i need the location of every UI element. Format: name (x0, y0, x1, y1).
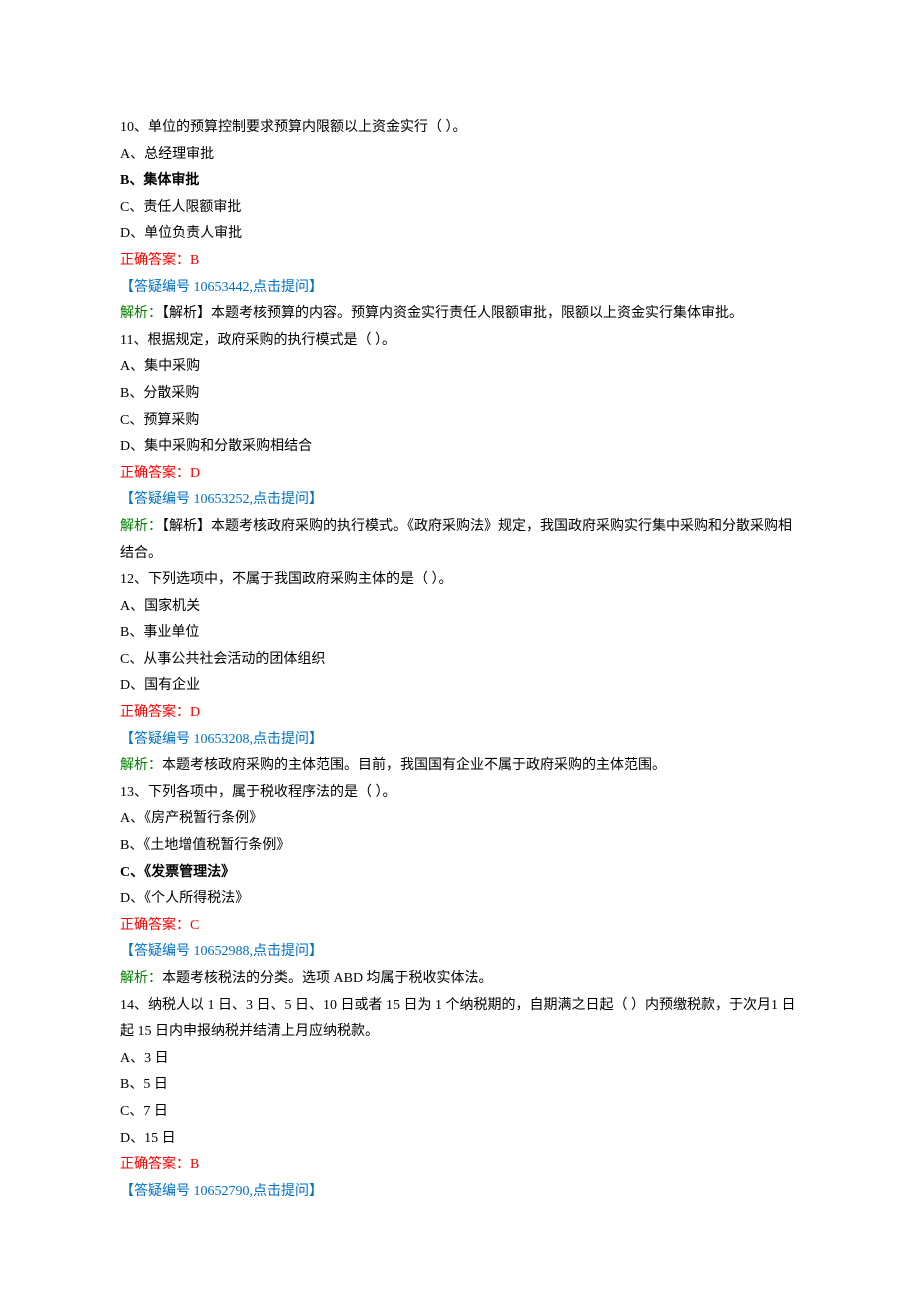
question-12: 12、下列选项中，不属于我国政府采购主体的是（ ）。 A、国家机关 B、事业单位… (120, 567, 800, 780)
correct-answer: 正确答案：D (120, 461, 800, 488)
document-content: 10、单位的预算控制要求预算内限额以上资金实行（ ）。 A、总经理审批 B、集体… (120, 115, 800, 1205)
option-d: D、《个人所得税法》 (120, 886, 800, 913)
question-10: 10、单位的预算控制要求预算内限额以上资金实行（ ）。 A、总经理审批 B、集体… (120, 115, 800, 328)
option-d: D、集中采购和分散采购相结合 (120, 434, 800, 461)
correct-answer: 正确答案：C (120, 913, 800, 940)
question-link[interactable]: 【答疑编号 10653208,点击提问】 (120, 727, 800, 754)
option-b: B、分散采购 (120, 381, 800, 408)
question-14: 14、纳税人以 1 日、3 日、5 日、10 日或者 15 日为 1 个纳税期的… (120, 993, 800, 1206)
analysis-label: 解析： (120, 519, 162, 534)
option-b: B、5 日 (120, 1072, 800, 1099)
option-a: A、《房产税暂行条例》 (120, 806, 800, 833)
option-c: C、《发票管理法》 (120, 860, 800, 887)
question-text: 14、纳税人以 1 日、3 日、5 日、10 日或者 15 日为 1 个纳税期的… (120, 993, 800, 1046)
correct-answer: 正确答案：D (120, 700, 800, 727)
analysis-label: 解析： (120, 306, 162, 321)
analysis-text: 本题考核税法的分类。选项 ABD 均属于税收实体法。 (162, 971, 493, 986)
analysis: 解析：本题考核政府采购的主体范围。目前，我国国有企业不属于政府采购的主体范围。 (120, 753, 800, 780)
option-a: A、3 日 (120, 1046, 800, 1073)
analysis-label: 解析： (120, 758, 162, 773)
option-c: C、从事公共社会活动的团体组织 (120, 647, 800, 674)
option-b: B、《土地增值税暂行条例》 (120, 833, 800, 860)
question-13: 13、下列各项中，属于税收程序法的是（ ）。 A、《房产税暂行条例》 B、《土地… (120, 780, 800, 993)
analysis: 解析：【解析】本题考核预算的内容。预算内资金实行责任人限额审批，限额以上资金实行… (120, 301, 800, 328)
option-a: A、国家机关 (120, 594, 800, 621)
question-text: 11、根据规定，政府采购的执行模式是（ ）。 (120, 328, 800, 355)
option-c: C、7 日 (120, 1099, 800, 1126)
analysis: 解析：本题考核税法的分类。选项 ABD 均属于税收实体法。 (120, 966, 800, 993)
option-d: D、单位负责人审批 (120, 221, 800, 248)
question-link[interactable]: 【答疑编号 10653252,点击提问】 (120, 487, 800, 514)
option-b: B、集体审批 (120, 168, 800, 195)
option-d: D、国有企业 (120, 673, 800, 700)
question-text: 10、单位的预算控制要求预算内限额以上资金实行（ ）。 (120, 115, 800, 142)
analysis: 解析：【解析】本题考核政府采购的执行模式。《政府采购法》规定，我国政府采购实行集… (120, 514, 800, 567)
question-link[interactable]: 【答疑编号 10652790,点击提问】 (120, 1179, 800, 1206)
option-c: C、责任人限额审批 (120, 195, 800, 222)
option-c: C、预算采购 (120, 408, 800, 435)
analysis-text: 本题考核政府采购的主体范围。目前，我国国有企业不属于政府采购的主体范围。 (162, 758, 666, 773)
correct-answer: 正确答案：B (120, 248, 800, 275)
question-link[interactable]: 【答疑编号 10652988,点击提问】 (120, 939, 800, 966)
option-b: B、事业单位 (120, 620, 800, 647)
option-a: A、总经理审批 (120, 142, 800, 169)
question-11: 11、根据规定，政府采购的执行模式是（ ）。 A、集中采购 B、分散采购 C、预… (120, 328, 800, 567)
correct-answer: 正确答案：B (120, 1152, 800, 1179)
question-link[interactable]: 【答疑编号 10653442,点击提问】 (120, 275, 800, 302)
option-d: D、15 日 (120, 1126, 800, 1153)
question-text: 12、下列选项中，不属于我国政府采购主体的是（ ）。 (120, 567, 800, 594)
analysis-label: 解析： (120, 971, 162, 986)
analysis-text: 【解析】本题考核政府采购的执行模式。《政府采购法》规定，我国政府采购实行集中采购… (120, 519, 792, 561)
option-a: A、集中采购 (120, 354, 800, 381)
question-text: 13、下列各项中，属于税收程序法的是（ ）。 (120, 780, 800, 807)
analysis-text: 【解析】本题考核预算的内容。预算内资金实行责任人限额审批，限额以上资金实行集体审… (162, 306, 743, 321)
